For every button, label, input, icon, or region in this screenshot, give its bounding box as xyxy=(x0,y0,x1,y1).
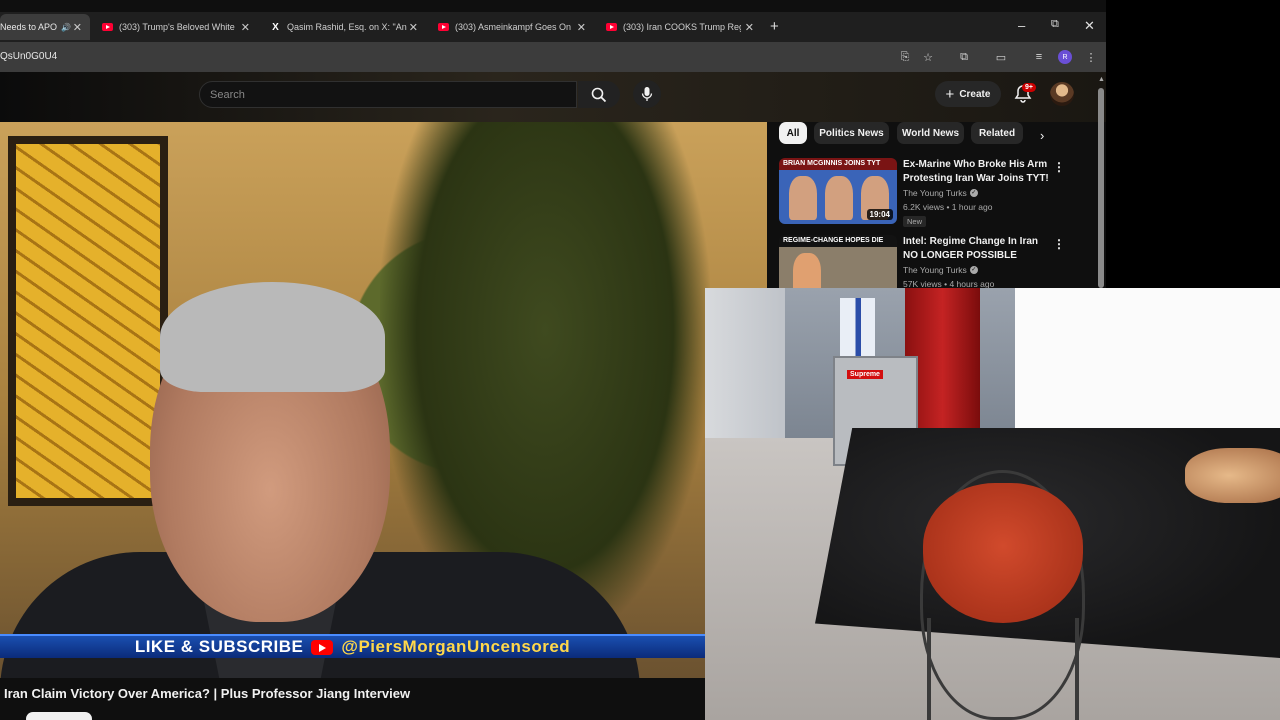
notification-badge: 9+ xyxy=(1022,83,1036,92)
plus-icon: + xyxy=(945,85,955,103)
close-tab-icon[interactable]: ✕ xyxy=(577,21,586,34)
recommendation-title[interactable]: Intel: Regime Change In Iran NO LONGER P… xyxy=(903,235,1053,263)
channel-label: The Young Turks xyxy=(903,265,967,275)
youtube-icon xyxy=(606,23,617,31)
youtube-icon xyxy=(102,23,113,31)
webcam-overlay: Supreme xyxy=(705,288,1280,720)
video-title: Iran Claim Victory Over America? | Plus … xyxy=(4,686,411,701)
close-tab-icon[interactable]: ✕ xyxy=(241,21,250,34)
minimize-button[interactable]: – xyxy=(1018,18,1025,33)
microphone-icon xyxy=(641,87,653,101)
voice-search-button[interactable] xyxy=(633,80,661,108)
search-input[interactable]: Search xyxy=(199,81,577,108)
speaker-icon[interactable]: 🔊 xyxy=(61,23,71,32)
recommendation-title[interactable]: Ex-Marine Who Broke His Arm Protesting I… xyxy=(903,158,1053,186)
chevron-right-icon[interactable]: › xyxy=(1040,128,1044,143)
tab-title: (303) Asmeinkampf Goes On I xyxy=(455,22,573,32)
tab-strip: Needs to APO 🔊 ✕ (303) Trump's Beloved W… xyxy=(0,12,1106,42)
search-placeholder: Search xyxy=(210,88,245,101)
scrollbar-thumb[interactable] xyxy=(1098,88,1104,288)
profile-avatar[interactable]: R xyxy=(1058,50,1072,64)
chip-politics-news[interactable]: Politics News xyxy=(814,122,889,144)
webcam-bottles xyxy=(840,298,875,358)
youtube-icon xyxy=(438,23,449,31)
video-thumbnail[interactable]: BRIAN MCGINNIS JOINS TYT 19:04 xyxy=(779,158,897,224)
channel-label: The Young Turks xyxy=(903,188,967,198)
banner-handle: @PiersMorganUncensored xyxy=(341,637,571,656)
verified-check-icon: ✓ xyxy=(969,266,978,274)
create-label: Create xyxy=(959,88,991,100)
search-button[interactable] xyxy=(578,81,620,108)
close-tab-icon[interactable]: ✕ xyxy=(73,21,82,34)
close-tab-icon[interactable]: ✕ xyxy=(409,21,418,34)
page-scrollbar[interactable]: ▲ xyxy=(1097,76,1105,288)
create-button[interactable]: + Create xyxy=(935,81,1001,107)
extensions-icon[interactable]: ⧉ xyxy=(957,50,971,64)
webcam-bright-wall xyxy=(1015,288,1280,433)
video-player[interactable]: LIKE & SUBSCRIBE @PiersMorganUncensored xyxy=(0,122,767,678)
close-window-button[interactable]: ✕ xyxy=(1084,18,1095,34)
youtube-logo-icon xyxy=(311,639,334,655)
x-logo-icon: X xyxy=(272,21,279,33)
banner-text: LIKE & SUBSCRIBE xyxy=(134,637,304,656)
url-field[interactable]: QsUn0G0U4 xyxy=(0,51,57,62)
thumbnail-caption: REGIME-CHANGE HOPES DIE xyxy=(783,237,884,244)
media-controls-icon[interactable]: ≡ xyxy=(1032,50,1046,64)
account-avatar[interactable] xyxy=(1050,82,1074,106)
search-icon xyxy=(591,87,607,102)
fridge-sticker: Supreme xyxy=(847,370,883,379)
new-tab-button[interactable]: + xyxy=(770,18,779,35)
split-view-icon[interactable]: ▭ xyxy=(994,50,1008,64)
maximize-button[interactable]: ⧉ xyxy=(1051,18,1059,31)
video-meta: 6.2K views • 1 hour ago xyxy=(903,202,993,212)
close-tab-icon[interactable]: ✕ xyxy=(745,21,754,34)
tab-iran-cooks[interactable]: (303) Iran COOKS Trump Regim ✕ xyxy=(602,14,762,40)
verified-check-icon: ✓ xyxy=(969,189,978,197)
speaker-hair xyxy=(160,282,385,392)
channel-name[interactable]: The Young Turks ✓ xyxy=(903,265,978,275)
video-duration: 19:04 xyxy=(866,209,893,220)
new-badge: New xyxy=(903,216,927,227)
recommendation-item[interactable]: BRIAN MCGINNIS JOINS TYT 19:04 Ex-Marine… xyxy=(779,158,1079,228)
tab-active-video[interactable]: Needs to APO 🔊 ✕ xyxy=(0,14,90,40)
webcam-chair-legs xyxy=(927,618,1079,720)
screen: Needs to APO 🔊 ✕ (303) Trump's Beloved W… xyxy=(0,0,1280,720)
tab-qasim-rashid[interactable]: X Qasim Rashid, Esq. on X: "An u ✕ xyxy=(266,14,426,40)
more-options-icon[interactable]: ⋮ xyxy=(1053,160,1065,174)
tab-title: Needs to APO xyxy=(0,22,58,32)
channel-name[interactable]: The Young Turks ✓ xyxy=(903,188,978,198)
webcam-pillow xyxy=(1185,448,1280,503)
browser-menu-icon[interactable]: ⋮ xyxy=(1084,50,1098,64)
thumbnail-caption: BRIAN MCGINNIS JOINS TYT xyxy=(783,160,881,167)
background-painting xyxy=(8,136,168,506)
subscribe-button[interactable] xyxy=(26,712,92,720)
install-app-icon[interactable]: ⎘ xyxy=(898,50,912,64)
tab-title: (303) Iran COOKS Trump Regim xyxy=(623,22,741,32)
scroll-up-icon[interactable]: ▲ xyxy=(1098,76,1105,83)
thumbnail-person xyxy=(789,176,817,220)
address-bar: QsUn0G0U4 ⎘ ☆ ⧉ ▭ ≡ ⋮ xyxy=(0,42,1106,72)
tab-asmeinkampf[interactable]: (303) Asmeinkampf Goes On I ✕ xyxy=(434,14,594,40)
tab-title: Qasim Rashid, Esq. on X: "An u xyxy=(287,22,407,32)
more-options-icon[interactable]: ⋮ xyxy=(1053,237,1065,251)
thumbnail-person xyxy=(825,176,853,220)
subscribe-banner: LIKE & SUBSCRIBE @PiersMorganUncensored xyxy=(0,634,705,658)
youtube-header: Search + Create 9+ xyxy=(0,72,1106,122)
chip-related[interactable]: Related xyxy=(971,122,1023,144)
chip-world-news[interactable]: World News xyxy=(897,122,964,144)
tab-trump-beloved[interactable]: (303) Trump's Beloved White S ✕ xyxy=(98,14,258,40)
tab-title: (303) Trump's Beloved White S xyxy=(119,22,237,32)
webcam-chair-seat xyxy=(923,483,1083,623)
bookmark-star-icon[interactable]: ☆ xyxy=(921,50,935,64)
chip-all[interactable]: All xyxy=(779,122,807,144)
